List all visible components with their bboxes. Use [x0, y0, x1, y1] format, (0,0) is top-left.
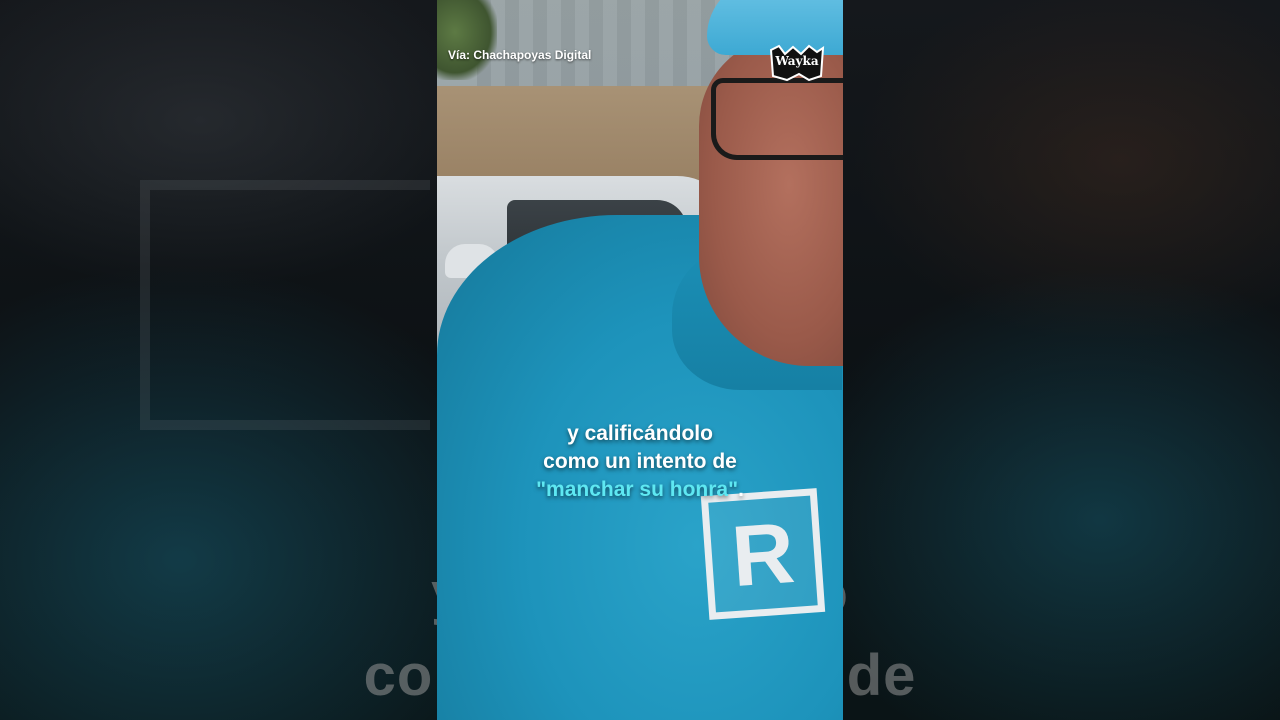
caption-line-3: "manchar su honra". — [437, 476, 843, 504]
caption-line-1: y calificándolo — [567, 422, 713, 445]
caption-line-3-end: . — [738, 478, 744, 501]
shirt-logo: R — [700, 488, 826, 620]
caption-highlight: "manchar su honra" — [536, 478, 739, 501]
video-frame[interactable]: R Vía: Chachapoyas Digital Wayka y calif… — [437, 0, 843, 720]
caption-line-2: como un intento de — [543, 450, 737, 473]
video-player[interactable]: y calificándolo como un intento de R Vía… — [0, 0, 1280, 720]
brand-name: Wayka — [775, 54, 819, 68]
source-credit: Vía: Chachapoyas Digital — [448, 48, 592, 62]
subtitle-caption: y calificándolo como un intento de "manc… — [437, 420, 843, 504]
scene-plant — [437, 0, 497, 80]
wayka-logo: Wayka — [769, 44, 825, 82]
person-glasses — [711, 78, 843, 160]
